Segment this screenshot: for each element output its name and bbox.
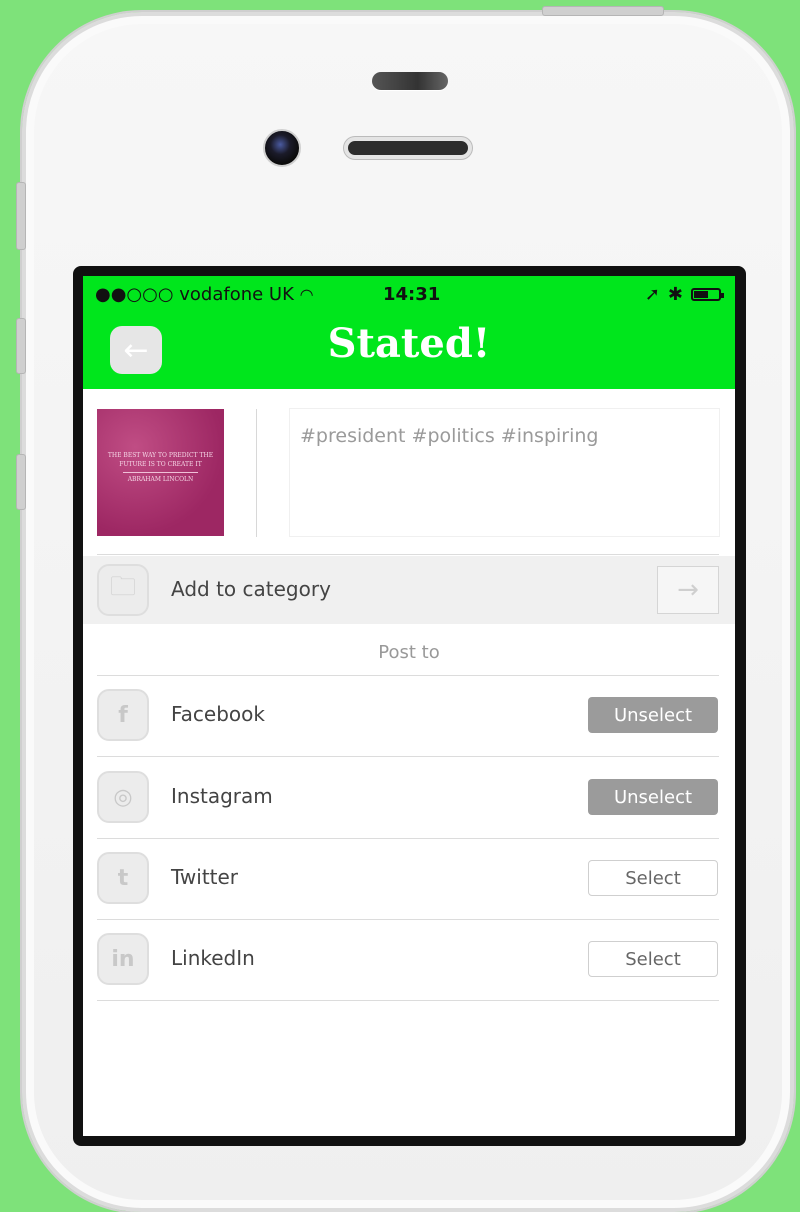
network-row-twitter: t Twitter Select [83,839,735,919]
linkedin-icon: in [97,933,149,985]
divider [256,409,257,537]
battery-icon [691,288,724,301]
network-row-linkedin: in LinkedIn Select [83,920,735,1000]
network-row-facebook: f Facebook Unselect [83,676,735,756]
app-screen: ●●○○○ vodafone UK ◠ 14:31 ➚ ✱ ← Stated! … [83,276,735,1136]
front-camera-icon [263,129,301,167]
divider [97,1000,719,1001]
network-label: Twitter [171,865,239,889]
divider [97,554,719,555]
facebook-icon: f [97,689,149,741]
post-to-heading: Post to [378,642,440,663]
app-title: Stated! [327,320,491,367]
network-label: Instagram [171,784,273,808]
instagram-icon: ◎ [97,771,149,823]
category-next-button[interactable]: → [657,566,719,614]
power-button [542,6,664,16]
folder-icon: 🗀 [97,564,149,616]
twitter-select-button[interactable]: Select [588,860,718,896]
twitter-icon: t [97,852,149,904]
bluetooth-icon: ✱ [667,284,683,305]
network-label: LinkedIn [171,946,255,970]
linkedin-select-button[interactable]: Select [588,941,718,977]
status-icons: ➚ ✱ [644,284,724,305]
proximity-sensor [372,72,448,90]
app-header: ●●○○○ vodafone UK ◠ 14:31 ➚ ✱ ← Stated! [83,276,735,389]
network-row-instagram: ◎ Instagram Unselect [83,758,735,838]
status-time: 14:31 [383,284,441,305]
add-to-category-label: Add to category [171,577,331,601]
wifi-icon: ◠ [299,285,314,304]
post-image-thumbnail[interactable]: THE BEST WAY TO PREDICT THE FUTURE IS TO… [97,409,224,536]
facebook-unselect-button[interactable]: Unselect [588,697,718,733]
arrow-right-icon: → [677,575,699,605]
earpiece-speaker [344,137,472,159]
instagram-unselect-button[interactable]: Unselect [588,779,718,815]
location-icon: ➚ [644,284,660,305]
caption-input[interactable]: #president #politics #inspiring [290,409,719,536]
volume-up-button [16,318,26,374]
network-label: Facebook [171,702,265,726]
divider [97,756,719,757]
thumbnail-quote: THE BEST WAY TO PREDICT THE FUTURE IS TO… [107,452,214,483]
volume-down-button [16,454,26,510]
mute-switch [16,182,26,250]
carrier-status: ●●○○○ vodafone UK ◠ [95,284,314,305]
add-to-category-row[interactable]: 🗀 Add to category → [83,556,735,624]
caption-text: #president #politics #inspiring [300,425,599,447]
